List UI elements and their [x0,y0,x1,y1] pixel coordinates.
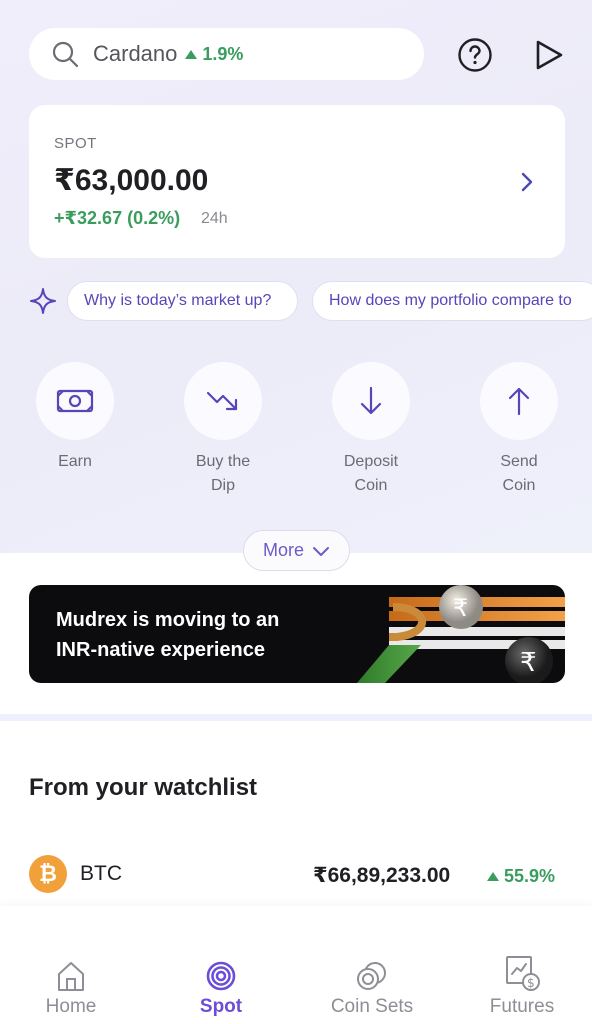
nav-coin-sets-label: Coin Sets [330,996,414,1017]
banner-line2: INR-native experience [56,639,265,661]
action-send-coin[interactable]: Send Coin [480,362,558,498]
help-icon[interactable] [457,37,493,73]
up-triangle-icon [487,872,499,881]
search-bar[interactable]: Cardano 1.9% [29,28,424,80]
arrow-down-icon [360,386,382,415]
ai-chip-market[interactable]: Why is today’s market up? [67,281,298,321]
nav-home-label: Home [45,996,97,1017]
chevron-right-icon[interactable] [519,170,535,194]
bitcoin-icon: ₿ [29,855,67,893]
watchlist-title: From your watchlist [29,774,258,801]
action-earn[interactable]: Earn [36,362,114,474]
action-send-coin-line1: Send [500,453,538,470]
search-coin-name: Cardano [93,41,178,66]
up-triangle-icon [185,49,198,59]
watchlist-change: 55.9% [487,866,555,887]
bottom-nav: Home Spot Coin Sets $ Futures [0,906,592,1024]
promo-banner[interactable]: Mudrex is moving to an INR-native experi… [29,585,565,683]
nav-spot-label: Spot [199,996,243,1017]
spot-price: ₹63,000.00 [54,164,209,197]
svg-text:$: $ [527,976,535,990]
more-button[interactable]: More [243,530,350,571]
action-send-coin-line2: Coin [502,477,536,494]
play-icon[interactable] [533,38,565,72]
action-deposit-coin-line1: Deposit [343,453,399,470]
svg-text:₹: ₹ [453,594,468,622]
arrow-up-icon [508,387,530,416]
banner-line1: Mudrex is moving to an [56,609,280,631]
action-buy-the-dip[interactable]: Buy the Dip [184,362,262,498]
money-icon [56,389,94,413]
spot-icon [206,961,236,991]
home-icon [58,962,84,991]
svg-text:₹: ₹ [520,648,537,678]
sparkle-icon [30,288,56,314]
search-coin-change: 1.9% [185,44,243,65]
watchlist-symbol: BTC [80,862,122,885]
action-deposit-coin-line2: Coin [354,477,388,494]
nav-spot[interactable]: Spot [166,906,276,1018]
chevron-down-icon [313,546,329,556]
more-label: More [262,540,304,560]
ai-chip-portfolio[interactable]: How does my portfolio compare to [312,281,592,321]
action-buy-the-dip-line2: Dip [210,477,235,494]
nav-home[interactable]: Home [16,906,126,1018]
rupee-flag-illustration: ₹ ₹ [357,585,565,683]
action-earn-label: Earn [58,453,92,470]
trend-down-icon [206,391,238,411]
nav-futures-label: Futures [489,996,555,1017]
spot-change: +₹32.67 (0.2%) [54,208,181,228]
nav-futures[interactable]: $ Futures [467,906,577,1018]
spot-balance-card[interactable]: SPOT ₹63,000.00 +₹32.67 (0.2%) 24h [29,105,565,258]
search-icon [52,41,79,68]
nav-coin-sets[interactable]: Coin Sets [317,906,427,1018]
section-divider [0,714,592,721]
watchlist-price: ₹66,89,233.00 [313,864,451,887]
spot-label: SPOT [54,135,97,152]
coin-sets-icon [357,962,386,990]
watchlist-row[interactable]: ₿ BTC ₹66,89,233.00 55.9% [0,850,592,900]
spot-period: 24h [201,210,228,227]
action-buy-the-dip-line1: Buy the [195,453,251,470]
futures-icon: $ [506,956,540,991]
action-deposit-coin[interactable]: Deposit Coin [332,362,410,498]
